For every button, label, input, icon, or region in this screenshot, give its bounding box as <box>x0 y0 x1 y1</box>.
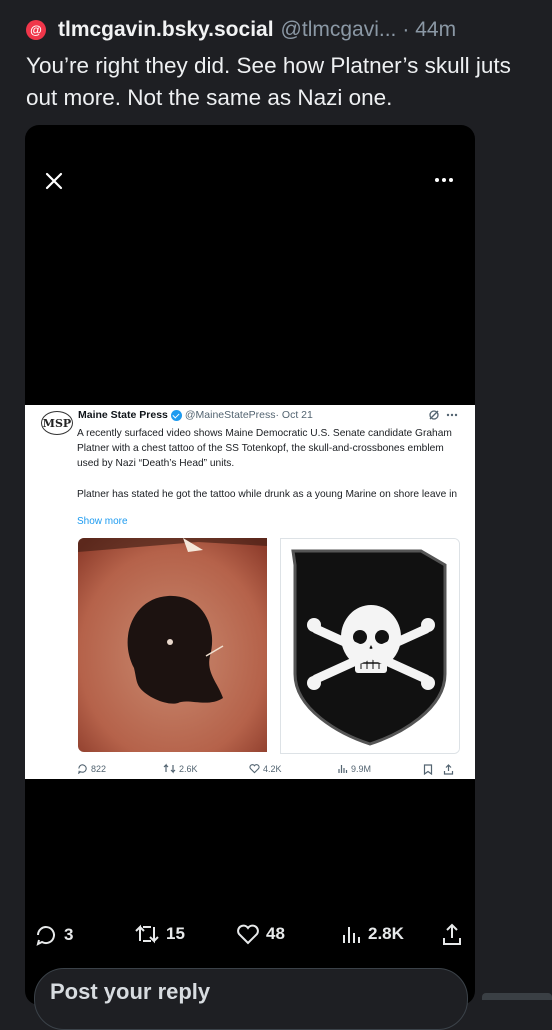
views-action[interactable]: 2.8K <box>340 923 404 945</box>
post-text: You’re right they did. See how Platner’s… <box>26 53 511 110</box>
like-count: 48 <box>266 924 285 943</box>
tweet-date: · Oct 21 <box>275 409 313 421</box>
reply-placeholder: Post your reply <box>50 979 211 1004</box>
tattoo-photo <box>78 538 267 752</box>
reply-action[interactable]: 3 <box>34 923 73 947</box>
post-time[interactable]: · 44m <box>402 18 456 42</box>
tweet-replies-count: 822 <box>91 763 107 774</box>
more-icon[interactable] <box>433 173 455 187</box>
author-name[interactable]: tlmcgavin.bsky.social <box>58 18 274 42</box>
scrollbar[interactable] <box>482 993 552 1000</box>
post-header: @ tlmcgavin.bsky.social @tlmcgavi... · 4… <box>26 14 534 46</box>
close-icon[interactable] <box>43 170 65 192</box>
reply-icon <box>78 764 87 774</box>
tweet-views: 9.9M <box>337 763 371 774</box>
embedded-tweet-screenshot: MSP Maine State Press @MaineStatePress ·… <box>25 405 475 779</box>
tweet-author-name: Maine State Press <box>78 409 168 421</box>
like-icon <box>237 924 259 945</box>
share-icon[interactable] <box>441 923 463 947</box>
reply-icon <box>36 926 55 946</box>
tweet-header: Maine State Press @MaineStatePress · Oct… <box>78 409 313 421</box>
show-more-link: Show more <box>77 516 128 527</box>
author-handle[interactable]: @tlmcgavi... <box>281 18 397 42</box>
tweet-more-icon <box>446 413 458 417</box>
verified-icon <box>170 409 182 421</box>
media-viewer[interactable]: MSP Maine State Press @MaineStatePress ·… <box>25 125 475 1005</box>
reply-count: 3 <box>64 925 74 944</box>
repost-icon <box>163 763 176 774</box>
tweet-reposts-count: 2.6K <box>179 763 198 774</box>
like-action[interactable]: 48 <box>236 923 285 945</box>
tweet-likes-count: 4.2K <box>263 763 282 774</box>
tweet-likes: 4.2K <box>249 763 282 774</box>
views-icon <box>338 765 348 773</box>
reply-input[interactable]: Post your reply <box>34 968 468 1030</box>
grok-icon <box>429 410 439 420</box>
tweet-stats: 822 2.6K 4.2K 9.9M <box>77 763 467 777</box>
tweet-replies: 822 <box>77 763 106 774</box>
totenkopf-emblem <box>280 538 460 754</box>
like-icon <box>249 764 260 774</box>
tweet-views-count: 9.9M <box>351 763 372 774</box>
repost-count: 15 <box>166 924 185 943</box>
repost-action[interactable]: 15 <box>134 923 185 945</box>
tweet-text: A recently surfaced video shows Maine De… <box>77 428 452 469</box>
bookmark-icon <box>423 764 433 775</box>
msp-logo: MSP <box>41 411 73 435</box>
views-count: 2.8K <box>368 924 404 943</box>
tweet-text-continued: Platner has stated he got the tattoo whi… <box>77 489 458 500</box>
repost-icon <box>135 924 159 944</box>
post-action-bar: 3 15 48 2.8K <box>0 915 552 957</box>
bluesky-badge-icon: @ <box>26 20 46 40</box>
share-icon <box>443 764 454 775</box>
views-icon <box>343 927 360 943</box>
tweet-handle: @MaineStatePress <box>184 409 276 421</box>
tweet-reposts: 2.6K <box>163 763 198 774</box>
tweet-header-icons <box>428 409 458 421</box>
